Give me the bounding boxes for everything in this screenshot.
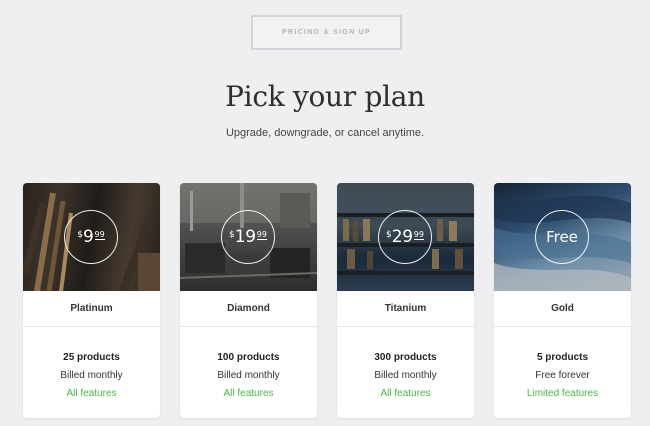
- plan-card-diamond[interactable]: $19 99 Diamond 100 products Billed monthl…: [180, 183, 317, 418]
- plan-name: Diamond: [180, 291, 317, 327]
- price-badge: $29 99: [378, 210, 432, 264]
- plan-features-link[interactable]: All features: [23, 385, 160, 403]
- plan-products: 25 products: [63, 352, 120, 363]
- plan-billing: Free forever: [535, 370, 590, 381]
- plan-billing: Billed monthly: [374, 370, 437, 381]
- page-subtitle: Upgrade, downgrade, or cancel anytime.: [225, 127, 425, 139]
- plan-card-titanium[interactable]: $29 99 Titanium 300 products Billed month…: [337, 183, 474, 418]
- plan-products: 100 products: [217, 352, 280, 363]
- plan-name: Gold: [494, 291, 631, 327]
- plan-features-link[interactable]: Limited features: [494, 385, 631, 403]
- plan-image: $29 99: [337, 183, 474, 291]
- plan-card-platinum[interactable]: $9 99 Platinum 25 products Billed monthly…: [23, 183, 160, 418]
- plan-billing: Billed monthly: [60, 370, 123, 381]
- plan-image: Free: [494, 183, 631, 291]
- plan-billing: Billed monthly: [217, 370, 280, 381]
- plan-features-link[interactable]: All features: [180, 385, 317, 403]
- plan-products: 300 products: [374, 352, 437, 363]
- plan-name: Platinum: [23, 291, 160, 327]
- plan-card-gold[interactable]: Free Gold 5 products Free forever Limite…: [494, 183, 631, 418]
- plan-products: 5 products: [536, 352, 589, 363]
- plan-image: $9 99: [23, 183, 160, 291]
- price-badge: $19 99: [221, 210, 275, 264]
- price-badge: $9 99: [64, 210, 118, 264]
- plan-features-link[interactable]: All features: [337, 385, 474, 403]
- pricing-signup-button[interactable]: PRICING & SIGN UP: [251, 15, 402, 50]
- plan-name: Titanium: [337, 291, 474, 327]
- price-badge: Free: [535, 210, 589, 264]
- plan-image: $19 99: [180, 183, 317, 291]
- page-title: Pick your plan: [225, 80, 425, 113]
